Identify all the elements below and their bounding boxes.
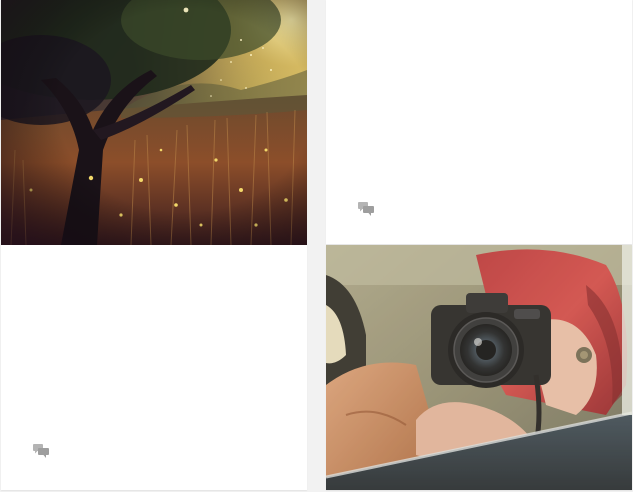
photo-grid (0, 0, 633, 492)
forest-meadow-photo[interactable] (1, 0, 307, 245)
post-card-2[interactable] (326, 0, 632, 244)
comment-icon[interactable] (33, 444, 49, 458)
post-card-3[interactable] (326, 245, 632, 490)
woman-with-camera-photo[interactable] (326, 245, 632, 490)
comment-icon[interactable] (358, 202, 374, 216)
post-card-1[interactable] (1, 0, 307, 490)
